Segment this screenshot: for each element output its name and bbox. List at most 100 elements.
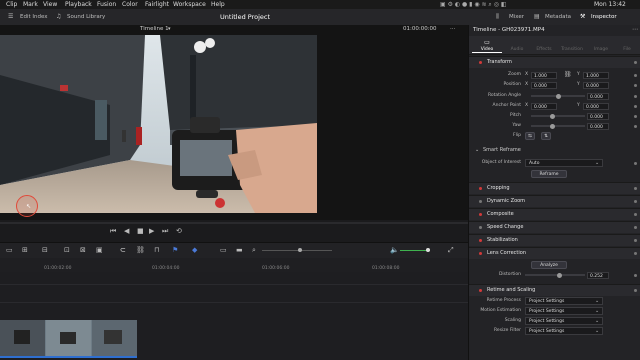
anchor-y-field[interactable]: 0.000 (583, 102, 609, 110)
retime-section[interactable]: Retime and Scaling (469, 284, 640, 296)
keyframe-dot[interactable] (634, 73, 637, 77)
position-lock-icon[interactable]: ⊓ (154, 247, 159, 254)
inspector-icon[interactable]: ⚒ (580, 9, 585, 25)
play-icon[interactable]: ▶ (149, 228, 154, 235)
yaw-field[interactable]: 0.000 (587, 122, 609, 130)
reset-dot[interactable] (634, 61, 637, 64)
reset-dot[interactable] (634, 289, 637, 292)
yaw-knob[interactable] (550, 123, 555, 129)
flip-vertical-icon[interactable]: ⇅ (541, 132, 551, 140)
rotation-field[interactable]: 0.000 (587, 92, 609, 100)
scrubber-track[interactable] (0, 222, 468, 224)
scaling-select[interactable]: Project Settings (525, 317, 603, 325)
mixer-button[interactable]: Mixer (509, 9, 524, 25)
stop-icon[interactable]: ■ (137, 228, 144, 235)
reset-dot[interactable] (634, 226, 637, 229)
blade-icon[interactable]: ⊟ (42, 247, 48, 254)
keyframe-dot[interactable] (634, 124, 637, 128)
snapping-icon[interactable]: ⊂ (120, 247, 126, 254)
distortion-field[interactable]: 0.252 (587, 271, 609, 279)
menu-playback[interactable]: Playback (65, 0, 92, 9)
tab-audio[interactable]: Audio (502, 47, 532, 52)
retime-process-select[interactable]: Project Settings (525, 297, 603, 305)
enable-dot[interactable] (479, 61, 482, 64)
speed-change-section[interactable]: Speed Change (469, 221, 640, 233)
menu-fusion[interactable]: Fusion (97, 0, 116, 9)
enable-dot[interactable] (479, 213, 482, 216)
keyframe-dot[interactable] (634, 83, 637, 87)
reset-dot[interactable] (634, 200, 637, 203)
keyframe-dot[interactable] (634, 273, 637, 277)
volume-knob[interactable] (426, 248, 430, 252)
chevron-down-icon[interactable]: ▾ (168, 25, 171, 34)
resize-filter-select[interactable]: Project Settings (525, 327, 603, 335)
zoom-detail-icon[interactable]: ▬ (236, 247, 243, 254)
transform-section[interactable]: Transform (469, 56, 640, 68)
tab-image[interactable]: Image (587, 47, 615, 52)
menu-mark[interactable]: Mark (23, 0, 38, 9)
sound-library-icon[interactable]: ♫ (56, 9, 61, 25)
tab-file[interactable]: File (615, 47, 639, 52)
timeline-name[interactable]: Timeline 1 (140, 25, 169, 34)
video-tab-icon[interactable]: ▭ (477, 39, 497, 46)
position-y-field[interactable]: 0.000 (583, 81, 609, 89)
enable-dot[interactable] (479, 200, 482, 203)
mixer-icon[interactable]: ⫼ (496, 9, 499, 25)
pitch-knob[interactable] (550, 113, 555, 119)
edit-index-icon[interactable]: ☰ (8, 9, 13, 25)
lens-correction-section[interactable]: Lens Correction (469, 247, 640, 259)
inspector-button[interactable]: Inspector (591, 9, 617, 25)
analyze-button[interactable]: Analyze (531, 261, 567, 269)
fullscreen-icon[interactable]: ⤢ (448, 247, 454, 254)
video-clip[interactable] (0, 320, 137, 358)
trim-icon[interactable]: ⊞ (22, 247, 28, 254)
smart-reframe-header[interactable]: ⌄ Smart Reframe (469, 145, 640, 155)
keyframe-dot[interactable] (634, 94, 637, 98)
zoom-x-field[interactable]: 1.000 (531, 71, 557, 79)
enable-dot[interactable] (479, 226, 482, 229)
zoom-y-field[interactable]: 1.000 (583, 71, 609, 79)
reset-dot[interactable] (634, 187, 637, 190)
link-icon[interactable]: ⛓ (136, 247, 145, 254)
keyframe-dot[interactable] (634, 104, 637, 108)
sound-library-button[interactable]: Sound Library (67, 9, 105, 25)
zoom-icon[interactable]: ⌕ (252, 247, 256, 254)
pitch-field[interactable]: 0.000 (587, 112, 609, 120)
menu-help[interactable]: Help (211, 0, 225, 9)
selection-icon[interactable]: ▭ (6, 247, 13, 254)
distortion-knob[interactable] (557, 272, 562, 278)
viewer-options-icon[interactable]: ··· (450, 25, 455, 34)
flag-icon[interactable]: ⚑ (172, 247, 178, 254)
composite-section[interactable]: Composite (469, 208, 640, 220)
reset-dot[interactable] (634, 239, 637, 242)
tab-transition[interactable]: Transition (555, 47, 589, 52)
play-reverse-icon[interactable]: ◀ (124, 228, 129, 235)
enable-dot[interactable] (479, 239, 482, 242)
distortion-slider[interactable] (525, 274, 585, 276)
enable-dot[interactable] (479, 289, 482, 292)
inspector-options-icon[interactable]: ⋯ (632, 26, 638, 33)
skip-to-start-icon[interactable]: ⏮ (110, 228, 116, 235)
zoom-slider[interactable] (262, 250, 332, 251)
motion-estimation-select[interactable]: Project Settings (525, 307, 603, 315)
speaker-icon[interactable]: 🔈 (390, 247, 399, 254)
menu-workspace[interactable]: Workspace (173, 0, 206, 9)
object-of-interest-select[interactable]: Auto (525, 159, 603, 167)
link-icon[interactable]: ⛓ (564, 70, 572, 80)
menu-clip[interactable]: Clip (6, 0, 17, 9)
zoom-slider-knob[interactable] (298, 248, 302, 252)
marker-icon[interactable]: ◆ (192, 247, 197, 254)
dynamic-zoom-section[interactable]: Dynamic Zoom (469, 195, 640, 207)
keyframe-dot[interactable] (634, 114, 637, 118)
menu-view[interactable]: View (43, 0, 57, 9)
insert-icon[interactable]: ⊡ (64, 247, 70, 254)
rotation-knob[interactable] (556, 93, 561, 99)
menu-fairlight[interactable]: Fairlight (145, 0, 169, 9)
menu-color[interactable]: Color (122, 0, 138, 9)
position-x-field[interactable]: 0.000 (531, 81, 557, 89)
keyframe-dot[interactable] (634, 161, 637, 165)
metadata-icon[interactable]: ▤ (534, 9, 540, 25)
stabilization-section[interactable]: Stabilization (469, 234, 640, 246)
reset-dot[interactable] (634, 252, 637, 255)
enable-dot[interactable] (479, 252, 482, 255)
